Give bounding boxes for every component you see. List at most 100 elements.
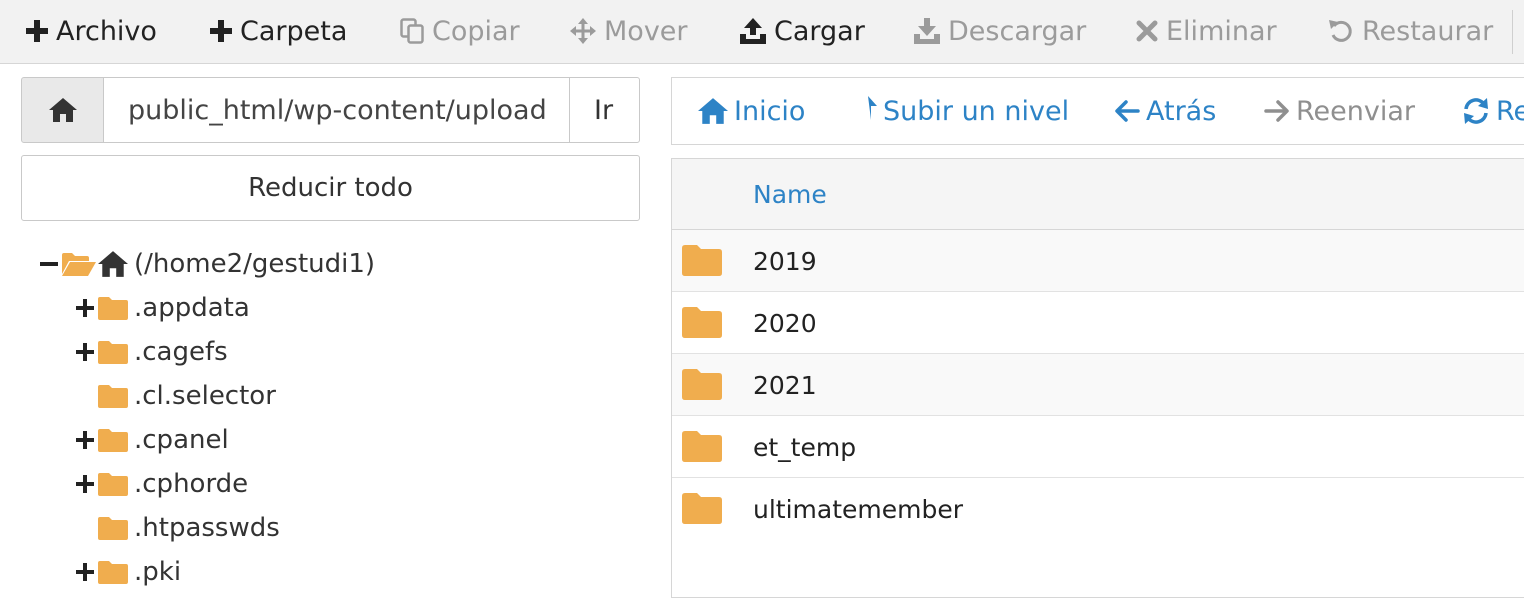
folder-icon (682, 307, 722, 338)
tree-item-label: .appdata (134, 293, 250, 323)
upload-button[interactable]: Cargar (740, 0, 865, 62)
file-name: 2021 (753, 370, 817, 400)
go-label: Ir (594, 94, 614, 126)
plus-icon (210, 20, 232, 42)
table-row[interactable]: et_temp (672, 416, 1524, 478)
plus-icon (76, 475, 94, 493)
tree-item-label: .cphorde (134, 469, 249, 499)
tree-root-label: (/home2/gestudi1) (134, 249, 376, 279)
new-file-label: Archivo (56, 15, 157, 47)
table-row[interactable]: ultimatemember (672, 478, 1524, 540)
refresh-icon (1464, 98, 1488, 124)
table-row[interactable]: 2020 (672, 292, 1524, 354)
arrows-move-icon (570, 18, 596, 44)
folder-icon (98, 297, 128, 320)
home-icon (98, 251, 128, 277)
download-label: Descargar (948, 15, 1087, 47)
folder-icon (682, 493, 722, 524)
arrow-right-icon (1264, 100, 1289, 122)
copy-label: Copiar (432, 15, 520, 47)
file-name: et_temp (753, 432, 857, 462)
expand-toggle[interactable] (74, 563, 96, 581)
arrow-left-icon (1115, 100, 1140, 122)
tree-item-label: .htpasswds (134, 513, 280, 543)
plus-icon (26, 20, 48, 42)
tree-item[interactable]: .cphorde (74, 464, 248, 504)
column-header-name[interactable]: Name (753, 159, 827, 230)
folder-icon (682, 431, 722, 462)
tree-item-label: .cl.selector (134, 381, 276, 411)
home-directory-button[interactable] (21, 77, 104, 143)
expand-toggle[interactable] (74, 431, 96, 449)
table-row[interactable]: 2021 (672, 354, 1524, 416)
copy-button[interactable]: Copiar (400, 0, 520, 62)
file-list-header: Name (672, 159, 1524, 230)
expand-toggle[interactable] (74, 343, 96, 361)
x-icon (1136, 20, 1158, 42)
folder-icon (682, 245, 722, 276)
tree-root[interactable]: (/home2/gestudi1) (38, 244, 375, 284)
delete-label: Eliminar (1166, 15, 1277, 47)
nav-home-label: Inicio (734, 95, 806, 127)
file-name: 2019 (753, 246, 817, 276)
expand-toggle[interactable] (74, 299, 96, 317)
table-row[interactable]: 2019 (672, 230, 1524, 292)
plus-icon (76, 431, 94, 449)
nav-reload-button[interactable]: Re (1462, 78, 1524, 144)
download-icon (914, 18, 940, 44)
move-button[interactable]: Mover (570, 0, 688, 62)
tree-item[interactable]: .pki (74, 552, 181, 592)
folder-icon (98, 429, 128, 452)
nav-back-label: Atrás (1146, 95, 1217, 127)
folder-icon (98, 561, 128, 584)
nav-up-button[interactable]: Subir un nivel (859, 78, 1069, 144)
new-folder-label: Carpeta (240, 15, 348, 47)
new-folder-button[interactable]: Carpeta (210, 0, 347, 62)
move-label: Mover (604, 15, 688, 47)
restore-button[interactable]: Restaurar (1328, 0, 1493, 62)
file-name: ultimatemember (753, 494, 964, 524)
nav-forward-label: Reenviar (1296, 95, 1416, 127)
plus-icon (76, 343, 94, 361)
download-button[interactable]: Descargar (914, 0, 1086, 62)
tree-item-label: .pki (134, 557, 182, 587)
toolbar-divider (1512, 10, 1513, 54)
folder-icon (98, 385, 128, 408)
tree-item[interactable]: .htpasswds (74, 508, 280, 548)
restore-label: Restaurar (1362, 15, 1494, 47)
tree-item-label: .cagefs (134, 337, 228, 367)
tree-item[interactable]: .cl.selector (74, 376, 276, 416)
file-list: Name 2019 2020 2021 et_temp ultimatememb… (671, 158, 1524, 598)
collapse-all-button[interactable]: Reducir todo (21, 155, 640, 221)
folder-icon (98, 341, 128, 364)
tree-item[interactable]: .cpanel (74, 420, 229, 460)
nav-up-label: Subir un nivel (883, 95, 1070, 127)
tree-item[interactable]: .cagefs (74, 332, 228, 372)
folder-icon (98, 517, 128, 540)
tree-item-label: .cpanel (134, 425, 229, 455)
path-input[interactable] (103, 77, 570, 143)
nav-forward-button[interactable]: Reenviar (1264, 78, 1415, 144)
collapse-toggle[interactable] (38, 255, 60, 273)
upload-icon (740, 18, 766, 44)
plus-icon (76, 299, 94, 317)
delete-button[interactable]: Eliminar (1136, 0, 1277, 62)
home-icon (698, 98, 728, 124)
folder-icon (682, 369, 722, 400)
new-file-button[interactable]: Archivo (26, 0, 157, 62)
toolbar: Archivo Carpeta Copiar Mover Cargar Desc… (0, 0, 1524, 64)
nav-home-button[interactable]: Inicio (698, 78, 805, 144)
navigation-bar: Inicio Subir un nivel Atrás Reenviar Re (671, 77, 1524, 145)
go-button[interactable]: Ir (569, 77, 640, 143)
copy-icon (400, 18, 424, 44)
tree-item[interactable]: .appdata (74, 288, 250, 328)
level-up-icon (868, 96, 877, 120)
expand-toggle[interactable] (74, 475, 96, 493)
collapse-all-label: Reducir todo (248, 173, 413, 203)
folder-icon (98, 473, 128, 496)
file-name: 2020 (753, 308, 817, 338)
plus-icon (76, 563, 94, 581)
nav-back-button[interactable]: Atrás (1114, 78, 1216, 144)
minus-icon (40, 262, 58, 266)
upload-label: Cargar (774, 15, 865, 47)
